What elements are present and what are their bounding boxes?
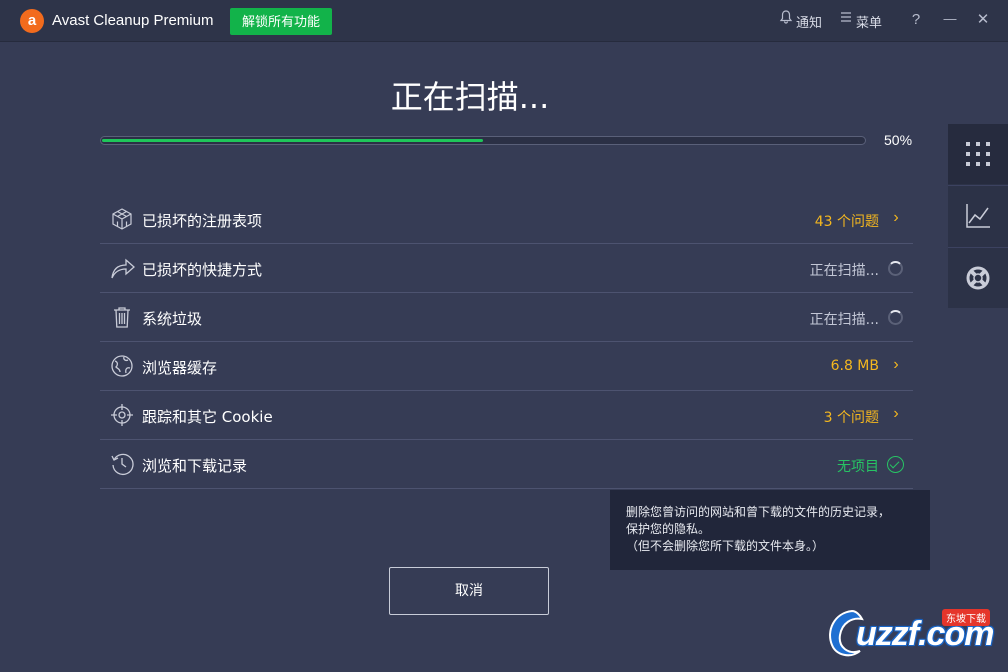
scan-item-label: 已损坏的快捷方式 bbox=[142, 261, 263, 279]
unlock-all-features-button[interactable]: 解锁所有功能 bbox=[230, 8, 332, 35]
tooltip-line: 删除您曾访问的网站和曾下载的文件的历史记录， bbox=[626, 505, 891, 519]
scan-item-status[interactable]: 43 个问题 bbox=[815, 211, 879, 231]
scan-item-label: 浏览器缓存 bbox=[142, 359, 218, 377]
scan-item-label: 浏览和下载记录 bbox=[142, 457, 248, 475]
chevron-right-icon[interactable]: › bbox=[887, 209, 905, 229]
avast-logo-icon: a bbox=[20, 9, 44, 33]
watermark-logo: uzzf.com 东坡下载 bbox=[822, 603, 1002, 665]
scan-results-list: 已损坏的注册表项 43 个问题 › 已损坏的快捷方式 正在扫描... 系统垃圾 … bbox=[100, 195, 913, 489]
scan-item-broken-shortcuts: 已损坏的快捷方式 正在扫描... bbox=[100, 244, 913, 293]
title-bar: a Avast Cleanup Premium 解锁所有功能 通知 菜单 ? —… bbox=[0, 0, 1008, 42]
notifications-link[interactable]: 通知 bbox=[796, 12, 822, 31]
scan-item-label: 跟踪和其它 Cookie bbox=[142, 408, 273, 426]
scan-title: 正在扫描... bbox=[390, 78, 550, 116]
check-circle-icon bbox=[887, 456, 904, 473]
scan-item-status: 正在扫描... bbox=[809, 263, 879, 279]
close-button[interactable]: ✕ bbox=[973, 10, 993, 28]
scan-item-broken-registry[interactable]: 已损坏的注册表项 43 个问题 › bbox=[100, 195, 913, 244]
tooltip-line: 保护您的隐私。 bbox=[626, 522, 711, 536]
history-clock-icon bbox=[110, 452, 134, 476]
loading-spinner-icon bbox=[888, 261, 903, 276]
grid-icon bbox=[966, 142, 990, 166]
scan-item-status: 正在扫描... bbox=[809, 312, 879, 328]
shortcut-arrow-icon bbox=[110, 256, 135, 280]
side-panel bbox=[948, 124, 1008, 308]
cancel-button[interactable]: 取消 bbox=[389, 567, 549, 615]
help-button[interactable]: ? bbox=[906, 11, 926, 28]
scan-item-tracking-cookies[interactable]: 跟踪和其它 Cookie 3 个问题 › bbox=[100, 391, 913, 440]
scan-item-status[interactable]: 3 个问题 bbox=[824, 407, 879, 427]
scan-item-status[interactable]: 6.8 MB bbox=[831, 358, 879, 374]
history-tooltip: 删除您曾访问的网站和曾下载的文件的历史记录， 保护您的隐私。 （但不会删除您所下… bbox=[610, 490, 930, 570]
scan-progress-bar bbox=[100, 136, 866, 145]
registry-cube-icon bbox=[110, 207, 134, 231]
hamburger-menu-icon[interactable] bbox=[840, 10, 852, 28]
menu-link[interactable]: 菜单 bbox=[856, 12, 882, 31]
side-button-statistics[interactable] bbox=[948, 186, 1008, 246]
app-title: Avast Cleanup Premium bbox=[52, 12, 214, 29]
crosshair-icon bbox=[110, 403, 134, 427]
scan-item-label: 系统垃圾 bbox=[142, 310, 203, 328]
scan-item-label: 已损坏的注册表项 bbox=[142, 212, 263, 230]
tooltip-line: （但不会删除您所下载的文件本身。） bbox=[626, 539, 825, 553]
scan-item-browser-cache[interactable]: 浏览器缓存 6.8 MB › bbox=[100, 342, 913, 391]
scan-item-browse-download-history: 浏览和下载记录 无项目 bbox=[100, 440, 913, 489]
chevron-right-icon[interactable]: › bbox=[887, 405, 905, 425]
scan-item-status: 无项目 bbox=[837, 459, 879, 475]
scan-progress-percent: 50% bbox=[884, 132, 913, 148]
minimize-button[interactable]: — bbox=[940, 11, 960, 26]
chevron-right-icon[interactable]: › bbox=[887, 356, 905, 376]
loading-spinner-icon bbox=[888, 310, 903, 325]
side-button-help[interactable] bbox=[948, 248, 1008, 308]
scan-item-system-junk: 系统垃圾 正在扫描... bbox=[100, 293, 913, 342]
globe-icon bbox=[110, 354, 134, 378]
bell-icon[interactable] bbox=[779, 10, 793, 28]
watermark-tag: 东坡下载 bbox=[942, 609, 990, 626]
side-button-dashboard[interactable] bbox=[948, 124, 1008, 184]
chart-icon bbox=[966, 204, 990, 228]
trash-icon bbox=[110, 305, 134, 329]
lifebuoy-icon bbox=[966, 266, 990, 290]
scan-progress-fill bbox=[102, 139, 483, 142]
